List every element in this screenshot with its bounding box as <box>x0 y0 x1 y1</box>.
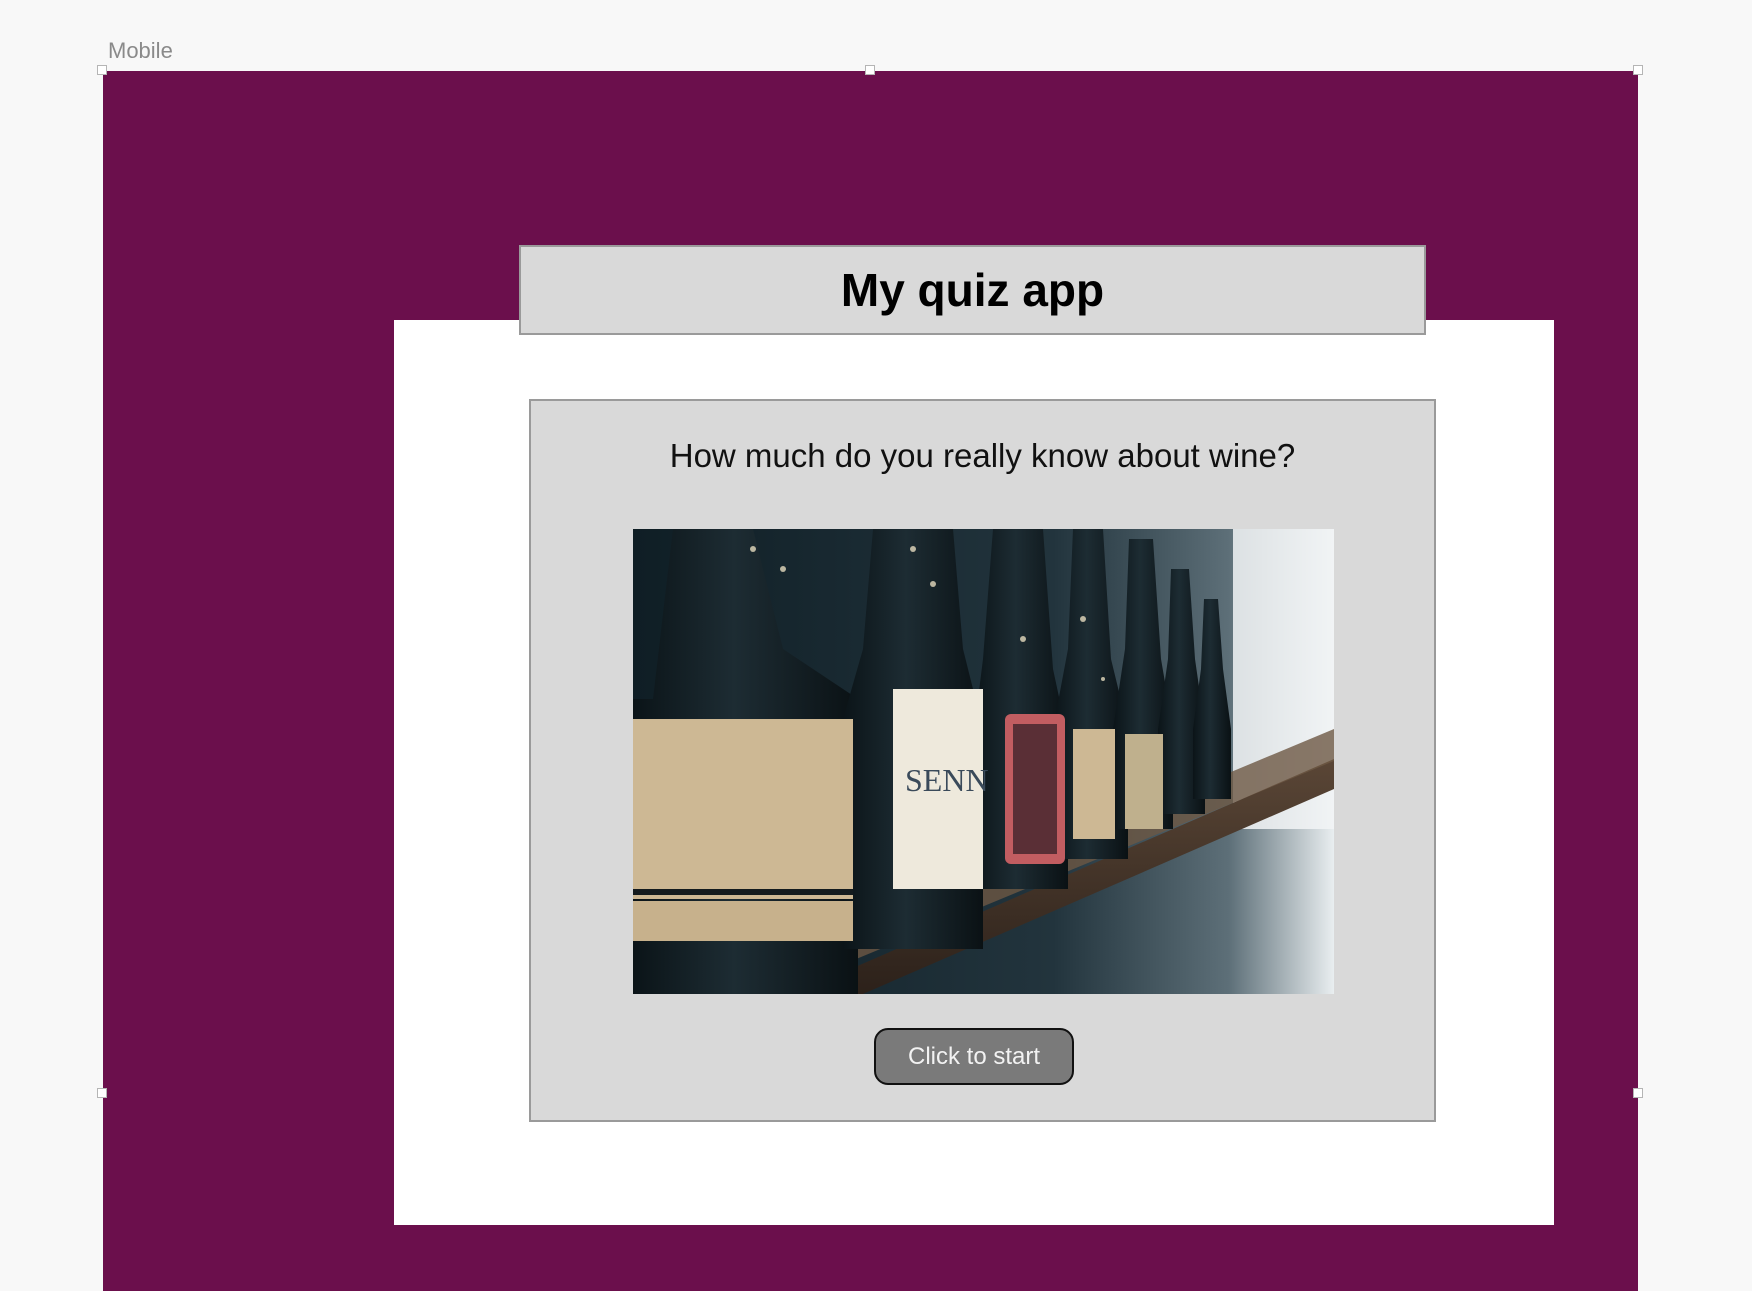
resize-handle-top-right[interactable] <box>1633 65 1643 75</box>
start-quiz-button[interactable]: Click to start <box>874 1028 1074 1085</box>
artboard-label[interactable]: Mobile <box>108 38 173 64</box>
resize-handle-top-center[interactable] <box>865 65 875 75</box>
resize-handle-middle-right[interactable] <box>1633 1088 1643 1098</box>
resize-handle-middle-left[interactable] <box>97 1088 107 1098</box>
title-bar: My quiz app <box>519 245 1426 335</box>
bottle-label-text: SENN <box>905 762 989 798</box>
wine-bottles-illustration: SENN <box>633 529 1334 994</box>
quiz-subtitle: How much do you really know about wine? <box>669 437 1296 474</box>
app-title: My quiz app <box>840 264 1105 316</box>
wine-bottles-image: SENN <box>633 529 1334 994</box>
quiz-intro-card: How much do you really know about wine? <box>529 399 1436 1122</box>
resize-handle-top-left[interactable] <box>97 65 107 75</box>
mobile-artboard[interactable]: My quiz app How much do you really know … <box>103 71 1638 1291</box>
